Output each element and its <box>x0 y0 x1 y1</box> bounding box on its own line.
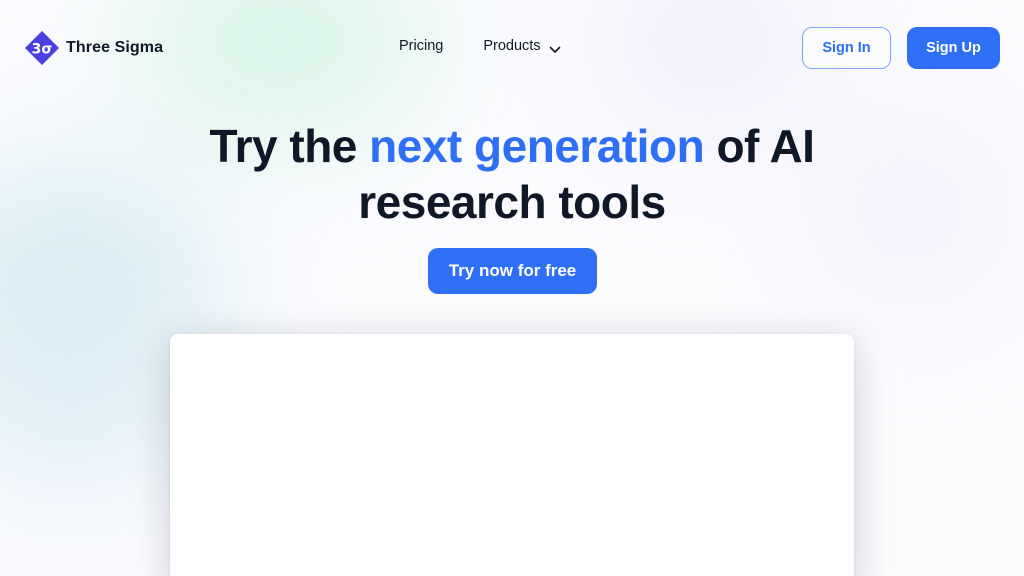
hero-section: Try the next generation of AI research t… <box>0 118 1024 230</box>
nav-pricing-label: Pricing <box>399 38 444 54</box>
logo-glyph: 3σ <box>32 42 53 58</box>
nav-pricing-link[interactable]: Pricing <box>399 38 443 54</box>
product-preview-panel <box>170 334 854 576</box>
hero-title-part2: of AI <box>704 120 815 172</box>
hero-title-line2: research tools <box>358 176 666 228</box>
sign-up-button[interactable]: Sign Up <box>907 27 1000 69</box>
sign-in-button[interactable]: Sign In <box>802 27 891 69</box>
brand-logo-link[interactable]: 3σ Three Sigma <box>24 30 163 66</box>
nav-products-dropdown[interactable]: Products <box>483 38 560 54</box>
hero-title-accent: next generation <box>369 120 705 172</box>
nav-products-label: Products <box>483 38 541 54</box>
top-navbar: 3σ Three Sigma Pricing Products Sign In … <box>0 0 1024 96</box>
main-nav: Pricing Products <box>399 38 561 54</box>
hero-title-part1: Try the <box>209 120 370 172</box>
three-sigma-logo-icon: 3σ <box>24 30 60 66</box>
chevron-down-icon <box>549 42 561 53</box>
brand-name: Three Sigma <box>66 39 164 56</box>
try-now-button[interactable]: Try now for free <box>428 248 597 294</box>
hero-title: Try the next generation of AI research t… <box>0 118 1024 230</box>
